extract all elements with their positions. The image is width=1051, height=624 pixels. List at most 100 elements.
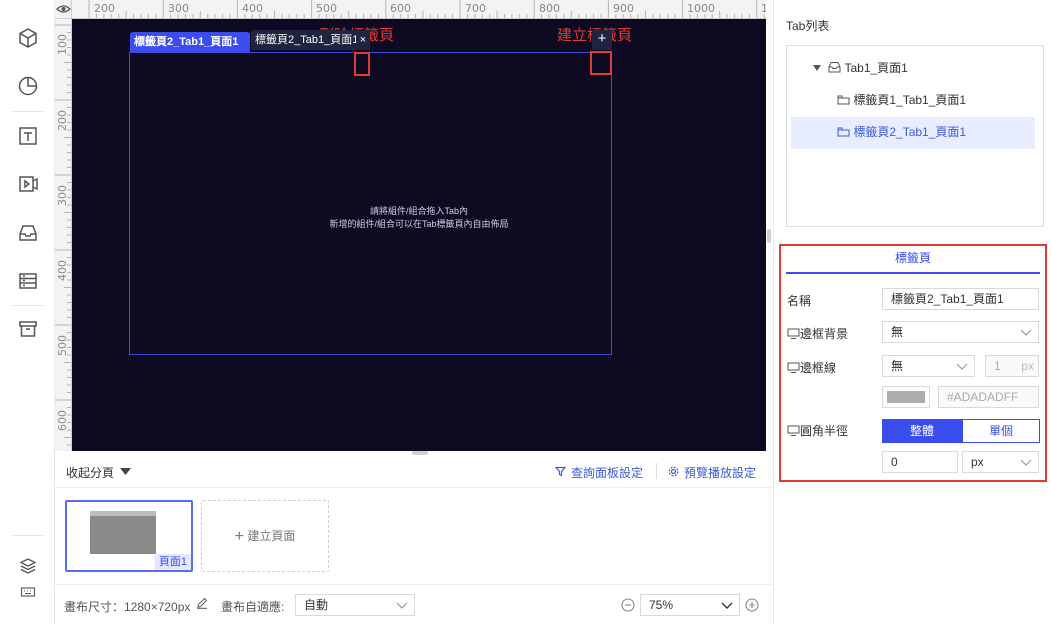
border-line-value: 無 [891, 359, 904, 373]
text-icon[interactable] [15, 123, 41, 149]
cube-icon[interactable] [15, 25, 41, 51]
thumbnail-preview-header [90, 511, 156, 516]
chevron-down-icon [396, 602, 408, 609]
preview-settings[interactable]: 預覽播放設定 [684, 464, 756, 481]
border-bg-select[interactable]: 無 [882, 321, 1039, 343]
create-page-label: 建立頁面 [247, 529, 296, 543]
eye-icon[interactable] [55, 0, 72, 19]
autofit-label: 畫布自適應: [221, 600, 285, 614]
tab-inactive[interactable]: 標籤頁2_Tab1_頁面1 [251, 30, 364, 50]
tree-child-label: 標籤頁2_Tab1_頁面1 [853, 125, 967, 139]
radius-unit-select[interactable]: px [962, 451, 1039, 473]
collapse-pages-label[interactable]: 收起分頁 [66, 464, 114, 481]
border-width-input[interactable]: 1 px [985, 355, 1039, 377]
chevron-down-icon [1020, 459, 1032, 466]
autofit-value: 自動 [304, 598, 329, 612]
pages-toolbar: 收起分頁 查詢面板設定 預覽播放設定 [55, 455, 772, 488]
monitor-icon [787, 328, 800, 339]
radius-whole-button[interactable]: 整體 [882, 419, 962, 443]
monitor-icon [787, 362, 800, 373]
ruler-left-label: 400 [56, 260, 69, 281]
ruler-top-label: 700 [465, 2, 486, 15]
zoom-select[interactable]: 75% [640, 594, 740, 616]
tab-component[interactable]: 標籤頁2_Tab1_頁面1 標籤頁2_Tab1_頁面1 × + [129, 30, 612, 355]
drop-hint: 請將組件/組合拖入Tab內 新增的組件/組合可以在Tab標籤頁內自由佈局 [72, 205, 766, 231]
left-toolbar [0, 0, 55, 624]
canvas-bottom-bar: 畫布尺寸：1280×720px 畫布自適應: 自動 75% [55, 584, 772, 624]
ruler-top-label: 800 [539, 2, 560, 15]
query-panel-settings[interactable]: 查詢面板設定 [571, 464, 643, 481]
name-label: 名稱 [787, 294, 812, 308]
zoom-out-icon[interactable] [621, 598, 635, 615]
tab-page-icon [837, 127, 850, 137]
inbox-icon[interactable] [15, 220, 41, 246]
ruler-top-label: 1000 [687, 2, 715, 15]
ruler-left-label: 500 [56, 335, 69, 356]
edit-icon[interactable] [196, 597, 208, 612]
tab-tree: Tab1_頁面1 標籤頁1_Tab1_頁面1 標籤頁2_Tab1_頁面1 [786, 45, 1044, 227]
tree-child-2[interactable]: 標籤頁2_Tab1_頁面1 [837, 116, 966, 148]
caret-down-icon[interactable] [813, 65, 821, 71]
ruler-left-ticks [55, 24, 71, 446]
keyboard-icon[interactable] [15, 579, 41, 605]
tree-root[interactable]: Tab1_頁面1 [813, 52, 908, 84]
name-input[interactable]: 標籤頁2_Tab1_頁面1 [882, 288, 1039, 310]
plus-icon: + [234, 528, 244, 545]
tab-active[interactable]: 標籤頁2_Tab1_頁面1 [130, 32, 250, 52]
highlight-delete-tab [354, 52, 370, 76]
divider [656, 463, 657, 479]
autofit-select[interactable]: 自動 [295, 594, 415, 616]
ruler-left-label: 600 [56, 410, 69, 431]
tree-child-label: 標籤頁1_Tab1_頁面1 [853, 93, 967, 107]
zoom-in-icon[interactable] [745, 598, 759, 615]
ruler-left-label: 200 [56, 110, 69, 131]
gear-icon[interactable] [668, 466, 679, 480]
caret-down-icon[interactable] [120, 465, 131, 479]
add-tab-button[interactable]: + [592, 30, 612, 50]
right-panel: Tab列表 Tab1_頁面1 標籤頁1_Tab1_頁面1 標籤頁2_Tab1_頁… [773, 0, 1051, 624]
pie-chart-icon[interactable] [15, 73, 41, 99]
inbox-icon [828, 62, 841, 73]
radius-single-button[interactable]: 單個 [962, 419, 1040, 443]
props-header: 標籤頁 [894, 251, 931, 265]
canvas-size-text: 畫布尺寸：1280×720px [64, 600, 191, 614]
border-line-label: 邊框線 [787, 359, 836, 376]
pages-area: 頁面1 + 建立頁面 [55, 488, 772, 584]
media-icon[interactable] [15, 171, 41, 197]
border-color-input[interactable]: #ADADADFF [938, 386, 1039, 408]
archive-icon[interactable] [15, 316, 41, 342]
highlight-create-tab [590, 51, 612, 75]
page-thumb-label: 頁面1 [154, 554, 191, 570]
table-icon[interactable] [15, 268, 41, 294]
ruler-left: 100 200 300 400 500 600 [55, 19, 72, 451]
ruler-top: 200 300 400 500 600 700 800 900 1000 1 [72, 0, 766, 19]
canvas-vertical-scroll[interactable] [766, 19, 773, 451]
tree-child-1[interactable]: 標籤頁1_Tab1_頁面1 [837, 84, 966, 116]
ruler-top-label: 600 [390, 2, 411, 15]
tree-root-label: Tab1_頁面1 [844, 61, 908, 75]
page-thumbnail[interactable]: 頁面1 [65, 500, 193, 572]
ruler-top-label: 300 [168, 2, 189, 15]
border-color-swatch[interactable] [882, 386, 930, 408]
close-tab-icon[interactable]: × [356, 30, 370, 50]
chevron-down-icon [1020, 329, 1032, 336]
chevron-down-icon [721, 602, 733, 609]
border-line-select[interactable]: 無 [882, 355, 975, 377]
radius-input[interactable]: 0 [882, 451, 958, 473]
tab-properties: 標籤頁 名稱 標籤頁2_Tab1_頁面1 邊框背景 無 邊框線 無 1 px #… [779, 244, 1047, 482]
ruler-top-label: 900 [613, 2, 634, 15]
radius-unit-value: px [971, 455, 984, 469]
filter-icon[interactable] [554, 466, 567, 480]
hint-line-1: 請將組件/組合拖入Tab內 [369, 206, 468, 216]
layers-icon[interactable] [15, 553, 41, 579]
vscroll-handle[interactable] [767, 229, 771, 243]
props-header-underline [786, 272, 1040, 274]
tab-list-title: Tab列表 [786, 19, 830, 33]
tab-page-icon [837, 95, 850, 105]
ruler-left-label: 100 [56, 34, 69, 55]
hint-line-2: 新增的組件/組合可以在Tab標籤頁內自由佈局 [329, 219, 509, 229]
chevron-down-icon [956, 363, 968, 370]
design-canvas[interactable]: 刪除標籤頁 建立標籤頁 標籤頁2_Tab1_頁面1 標籤頁2_Tab1_頁面1 … [72, 19, 766, 451]
ruler-top-label: 400 [242, 2, 263, 15]
create-page-button[interactable]: + 建立頁面 [201, 500, 329, 572]
